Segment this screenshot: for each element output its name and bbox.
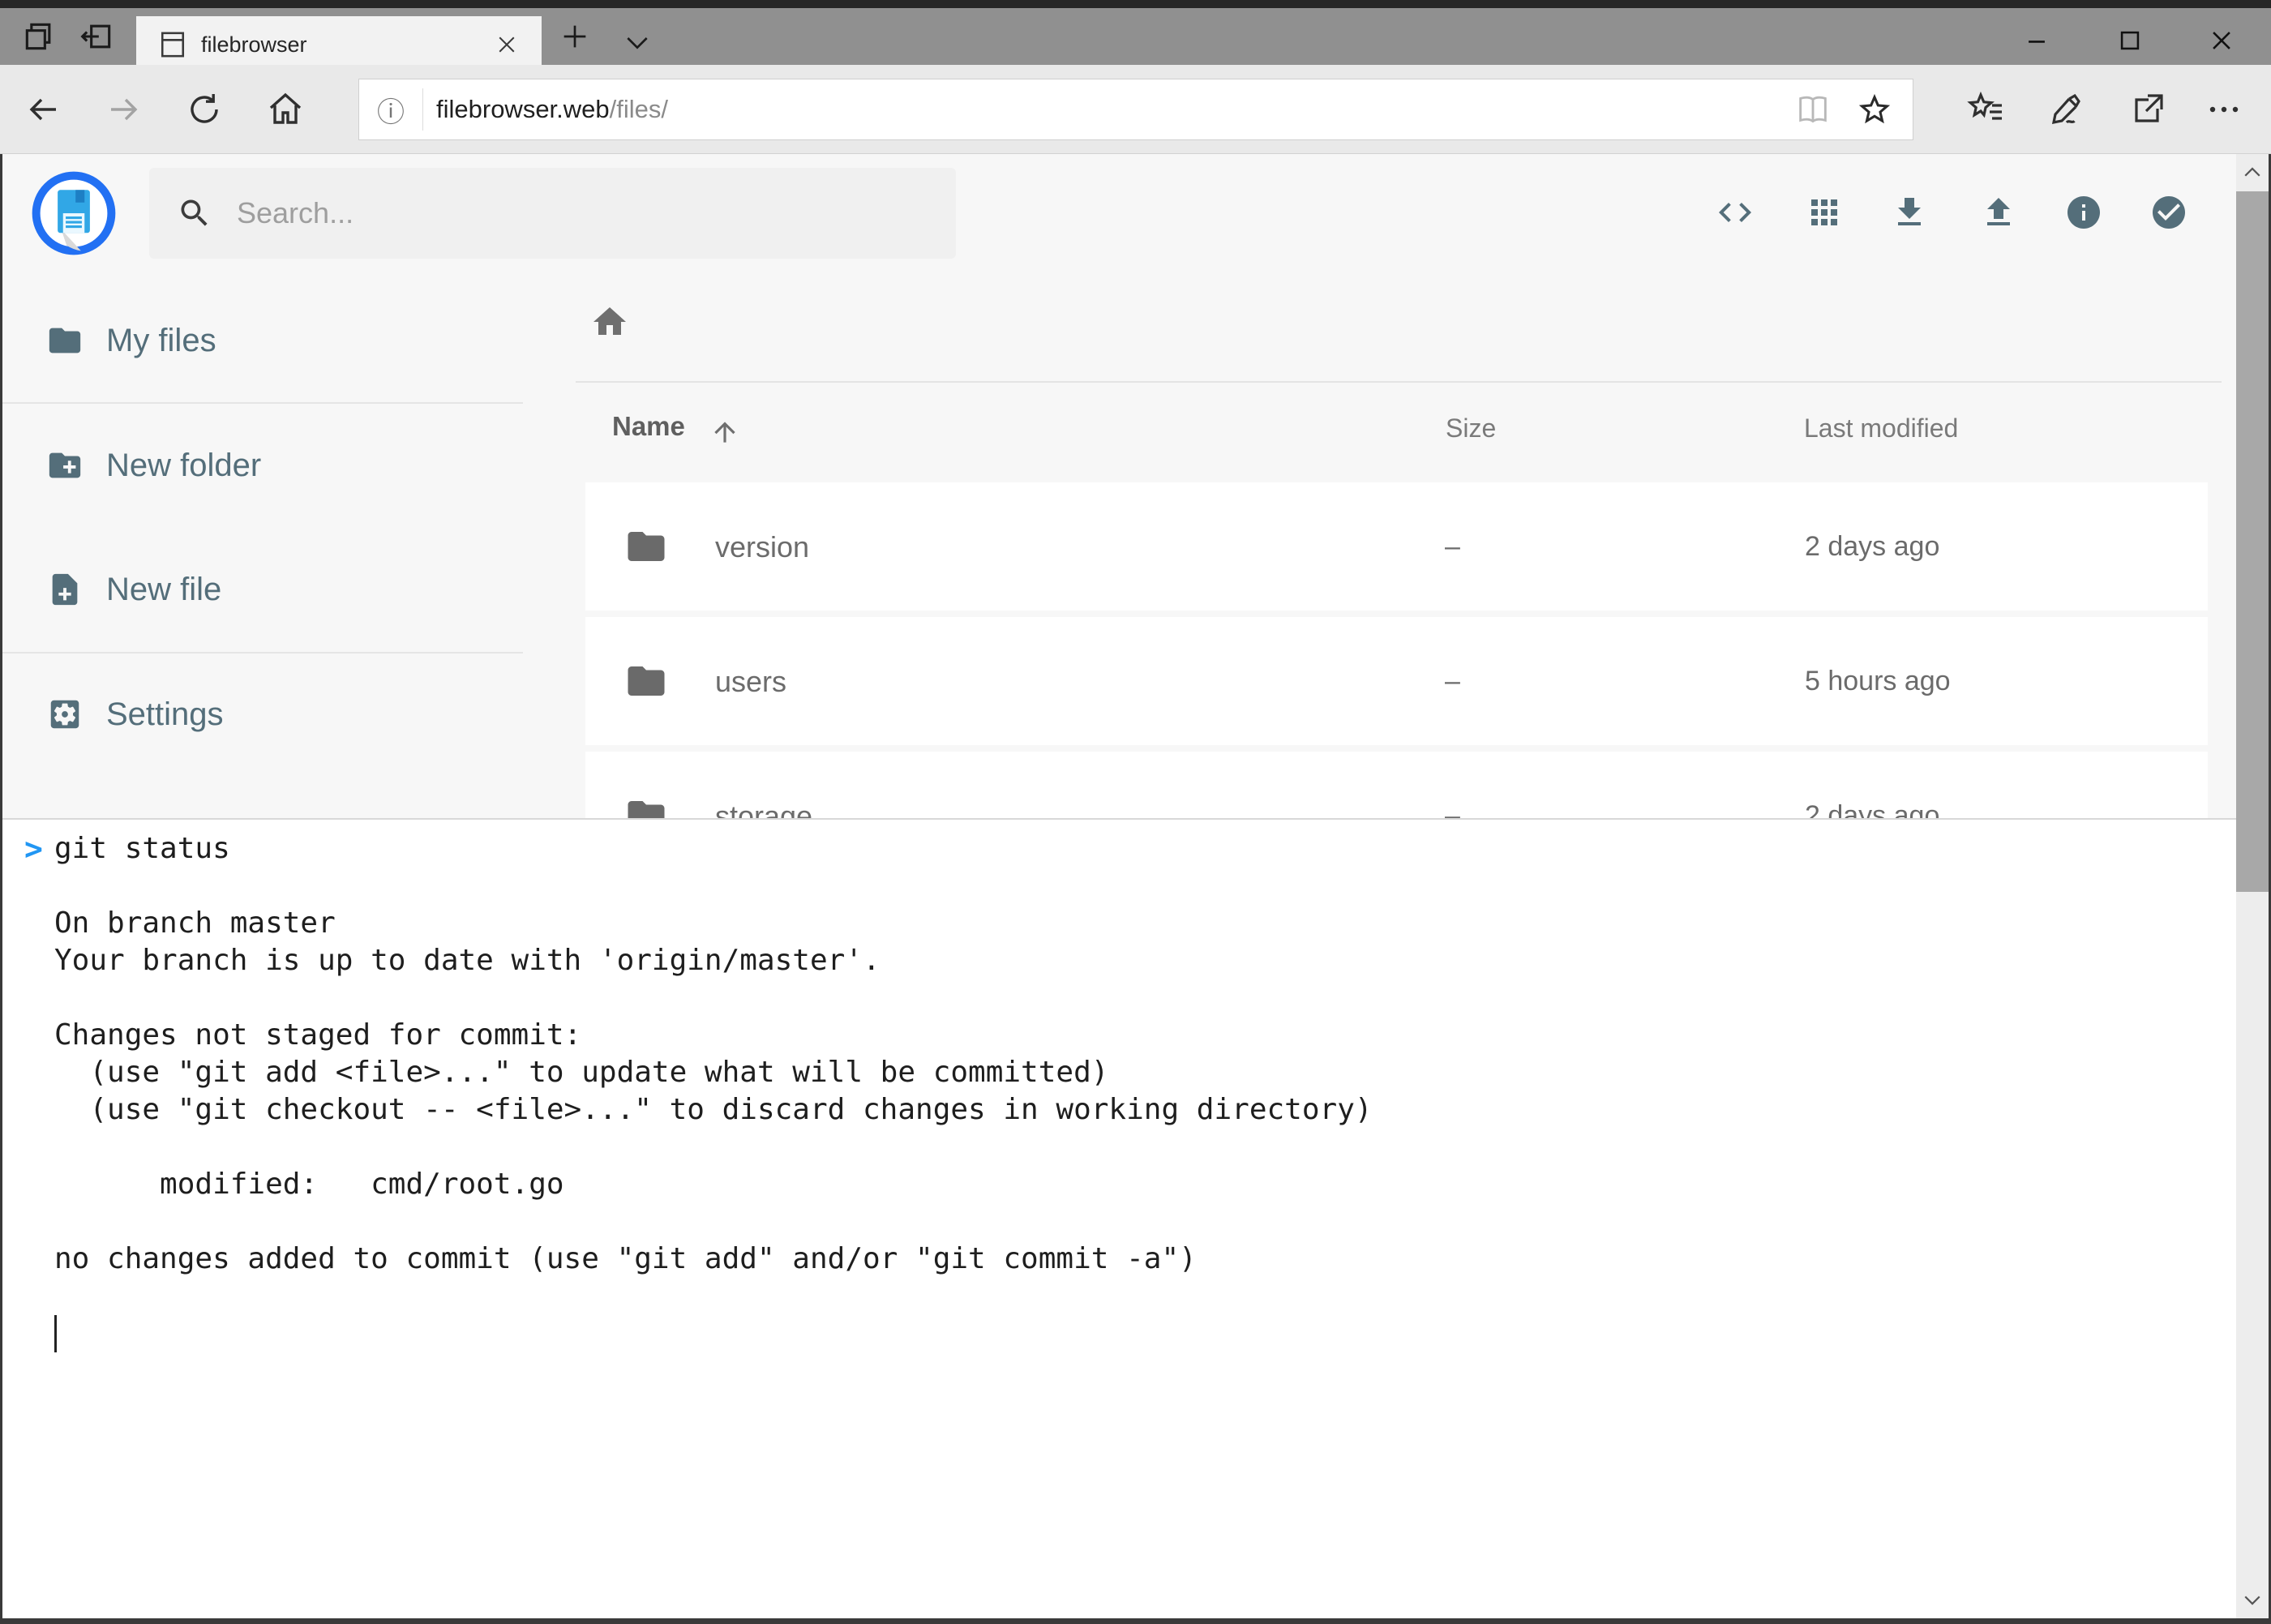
terminal-line: no changes added to commit (use "git add… — [54, 1240, 2236, 1278]
close-tab-icon[interactable] — [495, 32, 519, 57]
url-host: filebrowser.web — [436, 95, 610, 124]
upload-icon[interactable] — [1979, 193, 2018, 232]
sidebar-item-label: Settings — [106, 696, 224, 733]
scroll-up-icon[interactable] — [2236, 154, 2269, 191]
search-input[interactable] — [235, 195, 887, 231]
sort-ascending-icon[interactable] — [709, 417, 740, 448]
refresh-icon[interactable] — [185, 90, 224, 129]
scroll-down-icon[interactable] — [2236, 1581, 2269, 1618]
terminal-output: On branch master Your branch is up to da… — [2, 868, 2236, 1315]
sidebar-item-label: New file — [106, 572, 221, 608]
web-note-pen-icon[interactable] — [2047, 90, 2086, 129]
reading-view-icon[interactable] — [1794, 91, 1832, 128]
sidebar-item-label: My files — [106, 323, 216, 359]
file-modified: 2 days ago — [1805, 800, 1939, 818]
file-row-version[interactable]: version – 2 days ago — [585, 482, 2208, 611]
minimize-button[interactable] — [2016, 19, 2058, 62]
add-favorite-star-icon[interactable] — [1856, 91, 1893, 128]
address-bar[interactable]: ⓘ filebrowser.web /files/ — [358, 79, 1913, 140]
back-icon[interactable] — [24, 90, 62, 129]
terminal-line: Your branch is up to date with 'origin/m… — [54, 942, 2236, 979]
raw-code-icon[interactable] — [1716, 193, 1755, 232]
terminal-line: modified: cmd/root.go — [54, 1166, 2236, 1203]
sidebar-item-my-files[interactable]: My files — [0, 300, 535, 381]
file-size: – — [1445, 800, 1460, 818]
sidebar-item-settings[interactable]: Settings — [0, 674, 535, 755]
page-scrollbar[interactable] — [2236, 154, 2269, 1618]
file-row-users[interactable]: users – 5 hours ago — [585, 617, 2208, 745]
terminal-line: (use "git checkout -- <file>..." to disc… — [54, 1091, 2236, 1129]
terminal-line: On branch master — [54, 905, 2236, 942]
file-modified: 5 hours ago — [1805, 666, 1951, 697]
terminal-line — [54, 1129, 2236, 1166]
file-row-storage[interactable]: storage – 2 days ago — [585, 752, 2208, 818]
breadcrumb-home-icon[interactable] — [590, 302, 629, 341]
download-icon[interactable] — [1890, 193, 1929, 232]
file-modified: 2 days ago — [1805, 531, 1939, 563]
folder-icon — [624, 659, 668, 703]
terminal-line — [54, 979, 2236, 1017]
column-header-size[interactable]: Size — [1446, 413, 1496, 443]
tab-bar: filebrowser — [0, 8, 2271, 65]
terminal-prompt: > — [24, 830, 43, 868]
navigation-bar: ⓘ filebrowser.web /files/ — [0, 65, 2271, 154]
file-list: version – 2 days ago users – 5 hours ago… — [585, 482, 2208, 818]
page-icon — [159, 29, 186, 60]
forward-icon[interactable] — [105, 90, 144, 129]
sidebar-item-new-file[interactable]: New file — [0, 549, 535, 630]
window-border-bottom — [0, 1618, 2271, 1624]
sidebar-divider — [0, 402, 523, 404]
sidebar-item-label: New folder — [106, 448, 261, 484]
file-name: storage — [715, 799, 812, 818]
file-name: version — [715, 530, 809, 564]
settings-gear-icon — [46, 696, 84, 733]
folder-icon — [624, 525, 668, 568]
favorites-hub-icon[interactable] — [1966, 90, 2005, 129]
more-options-icon[interactable] — [2205, 90, 2243, 129]
terminal-line — [54, 868, 2236, 905]
new-folder-icon — [46, 447, 84, 484]
tab-title: filebrowser — [201, 32, 307, 58]
search-bar[interactable] — [149, 168, 956, 259]
sidebar-item-new-folder[interactable]: New folder — [0, 425, 535, 506]
terminal-line: Changes not staged for commit: — [54, 1017, 2236, 1054]
grid-view-icon[interactable] — [1805, 193, 1844, 232]
folder-icon — [46, 322, 84, 359]
file-size: – — [1445, 531, 1460, 563]
folder-icon — [624, 794, 668, 818]
terminal-command: git status — [54, 830, 230, 868]
search-icon — [177, 195, 212, 231]
column-header-name[interactable]: Name — [612, 411, 740, 448]
select-check-icon[interactable] — [2149, 193, 2188, 232]
new-file-icon — [46, 571, 84, 608]
url-path: /files/ — [610, 95, 668, 124]
file-name: users — [715, 665, 786, 699]
new-tab-icon[interactable] — [559, 20, 591, 53]
set-tabs-aside-icon[interactable] — [79, 19, 115, 54]
terminal-cursor — [54, 1315, 57, 1352]
tab-preview-icon[interactable] — [21, 19, 57, 54]
home-icon[interactable] — [266, 90, 305, 129]
address-divider — [422, 88, 423, 131]
header-divider — [576, 381, 2222, 383]
file-size: – — [1445, 666, 1460, 697]
terminal-line: (use "git add <file>..." to update what … — [54, 1054, 2236, 1091]
tab-list-chevron-icon[interactable] — [621, 26, 653, 58]
scrollbar-thumb[interactable] — [2236, 191, 2269, 892]
maximize-button[interactable] — [2109, 19, 2151, 62]
site-info-icon[interactable]: ⓘ — [359, 90, 422, 130]
filebrowser-logo[interactable] — [31, 170, 117, 256]
column-header-modified[interactable]: Last modified — [1804, 413, 1958, 443]
terminal-line — [54, 1203, 2236, 1240]
info-icon[interactable] — [2064, 193, 2103, 232]
window-title-bar — [0, 0, 2271, 8]
terminal-panel[interactable]: > git status On branch master Your branc… — [2, 818, 2236, 1618]
close-window-button[interactable] — [2200, 19, 2243, 62]
browser-window: filebrowser — [0, 0, 2271, 1624]
share-icon[interactable] — [2128, 90, 2167, 129]
sidebar-divider — [0, 652, 523, 653]
terminal-line — [54, 1278, 2236, 1315]
